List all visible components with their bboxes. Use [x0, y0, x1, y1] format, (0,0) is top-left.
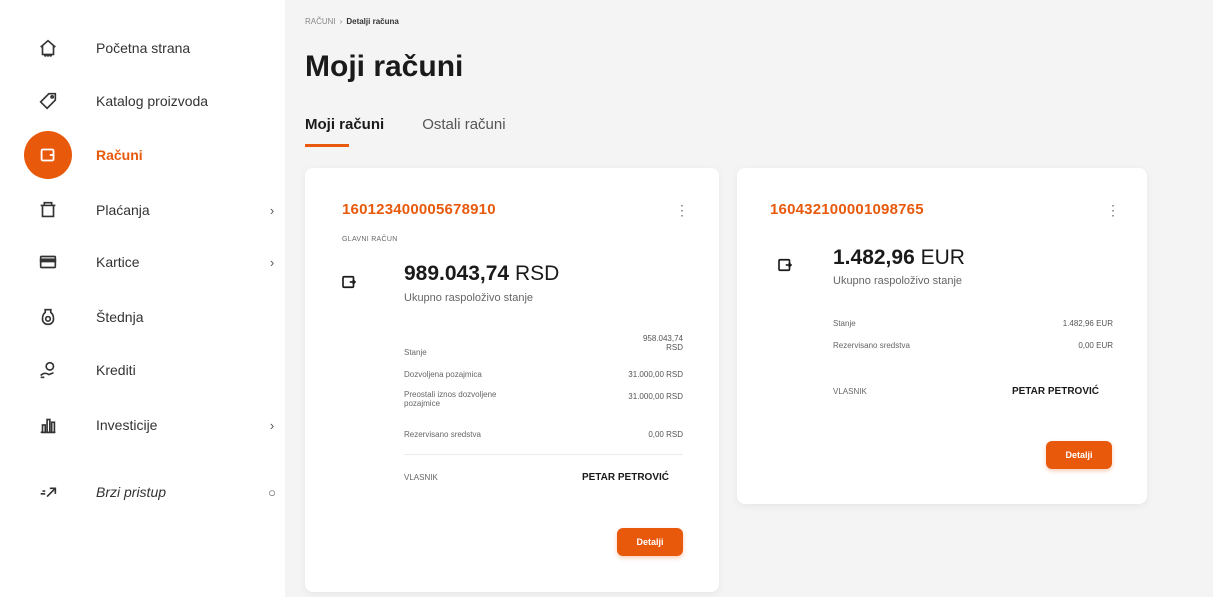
sidebar-item-label: Investicije — [96, 417, 158, 433]
row-label-rezervisano: Rezervisano sredstva — [833, 341, 910, 350]
row-value-amount: 958.043,74 — [642, 334, 683, 343]
sidebar-item-kartice[interactable]: Kartice › — [24, 238, 279, 286]
bar-chart-icon — [24, 401, 72, 449]
breadcrumb-parent[interactable]: RAČUNI — [305, 17, 336, 26]
tabs: Moji računi Ostali računi — [305, 116, 506, 147]
row-value-preostali-iznos: 31.000,00 RSD — [628, 392, 683, 401]
balance-amount: 1.482,96 — [833, 246, 915, 269]
sidebar-item-label: Štednja — [96, 309, 144, 325]
sidebar-item-brzi-pristup[interactable]: Brzi pristup ○ — [24, 468, 279, 516]
sidebar-item-placanja[interactable]: Plaćanja › — [24, 186, 279, 234]
page-title: Moji računi — [305, 50, 464, 83]
account-balance: 989.043,74 RSD — [404, 262, 559, 286]
row-label-preostali-iznos: Preostali iznos dozvoljene pozajmice — [404, 390, 564, 408]
basket-icon — [24, 186, 72, 234]
balance-caption: Ukupno raspoloživo stanje — [404, 292, 534, 304]
breadcrumb-separator: › — [339, 17, 343, 26]
row-label-line: pozajmice — [404, 399, 441, 408]
chevron-right-icon: › — [269, 202, 275, 218]
sidebar-item-label: Kartice — [96, 254, 140, 270]
sidebar-item-label: Računi — [96, 147, 143, 163]
row-label-rezervisano: Rezervisano sredstva — [404, 430, 481, 439]
savings-jar-icon — [24, 293, 72, 341]
sidebar-item-label: Početna strana — [96, 40, 191, 56]
owner-label: VLASNIK — [404, 473, 438, 482]
sidebar-item-label: Plaćanja — [96, 202, 150, 218]
sidebar-item-katalog-proizvoda[interactable]: Katalog proizvoda — [24, 77, 279, 125]
owner-label: VLASNIK — [833, 387, 867, 396]
row-value-stanje: 958.043,74 RSD — [643, 334, 683, 352]
sidebar: Početna strana Katalog proizvoda Računi … — [0, 0, 285, 597]
owner-value: PETAR PETROVIĆ — [581, 472, 669, 483]
tab-moji-racuni[interactable]: Moji računi — [305, 116, 384, 147]
sidebar-item-investicije[interactable]: Investicije › — [24, 401, 279, 449]
divider — [404, 454, 683, 455]
balance-currency: EUR — [920, 246, 965, 269]
hand-coin-icon — [24, 346, 72, 394]
balance-currency: RSD — [514, 262, 560, 285]
row-label-dozvoljena-pozajmica: Dozvoljena pozajmica — [404, 370, 482, 379]
sidebar-item-label: Krediti — [96, 362, 136, 378]
sidebar-item-racuni[interactable]: Računi — [24, 131, 279, 179]
row-label-stanje: Stanje — [404, 348, 427, 357]
chevron-right-icon: › — [269, 254, 275, 270]
sidebar-item-krediti[interactable]: Krediti — [24, 346, 279, 394]
wallet-icon — [24, 131, 72, 179]
account-card: 160432100001098765 ⋮ 1.482,96 EUR Ukupno… — [737, 168, 1147, 504]
details-button[interactable]: Detalji — [617, 528, 683, 556]
sidebar-item-label: Brzi pristup — [96, 484, 167, 500]
row-value-rezervisano: 0,00 EUR — [1078, 341, 1113, 350]
account-balance: 1.482,96 EUR — [833, 246, 965, 270]
breadcrumb-current: Detalji računa — [346, 17, 399, 26]
sidebar-item-label: Katalog proizvoda — [96, 93, 209, 109]
card-icon — [24, 238, 72, 286]
account-number[interactable]: 160123400005678910 — [342, 201, 496, 218]
details-button[interactable]: Detalji — [1046, 441, 1112, 469]
main-content: RAČUNI › Detalji računa Moji računi Moji… — [285, 0, 1213, 597]
account-type-label: GLAVNI RAČUN — [342, 236, 398, 243]
row-value-stanje: 1.482,96 EUR — [1062, 319, 1113, 328]
tag-icon — [24, 77, 72, 125]
account-number[interactable]: 160432100001098765 — [770, 201, 924, 218]
balance-amount: 989.043,74 — [404, 262, 510, 285]
chevron-right-icon: › — [269, 417, 275, 433]
breadcrumb: RAČUNI › Detalji računa — [305, 17, 399, 26]
row-value-rezervisano: 0,00 RSD — [648, 430, 683, 439]
more-options-icon[interactable]: ⋮ — [1106, 202, 1120, 219]
row-label-stanje: Stanje — [833, 319, 856, 328]
more-options-icon[interactable]: ⋮ — [675, 202, 689, 219]
sidebar-item-pocetna-strana[interactable]: Početna strana — [24, 24, 279, 72]
app-window: Početna strana Katalog proizvoda Računi … — [0, 0, 1213, 597]
home-icon — [24, 24, 72, 72]
row-value-dozvoljena-pozajmica: 31.000,00 RSD — [628, 370, 683, 379]
wallet-icon — [778, 258, 793, 272]
owner-value: PETAR PETROVIĆ — [1011, 386, 1099, 397]
sidebar-item-stednja[interactable]: Štednja — [24, 293, 279, 341]
balance-caption: Ukupno raspoloživo stanje — [833, 275, 963, 287]
wallet-icon — [342, 275, 357, 289]
tab-ostali-racuni[interactable]: Ostali računi — [422, 116, 505, 143]
quick-access-icon — [24, 468, 72, 516]
account-card: 160123400005678910 ⋮ GLAVNI RAČUN 989.04… — [305, 168, 719, 592]
row-label-line: Preostali iznos dozvoljene — [404, 390, 497, 399]
row-value-currency: RSD — [666, 343, 683, 352]
toggle-circle-icon[interactable]: ○ — [265, 485, 279, 500]
